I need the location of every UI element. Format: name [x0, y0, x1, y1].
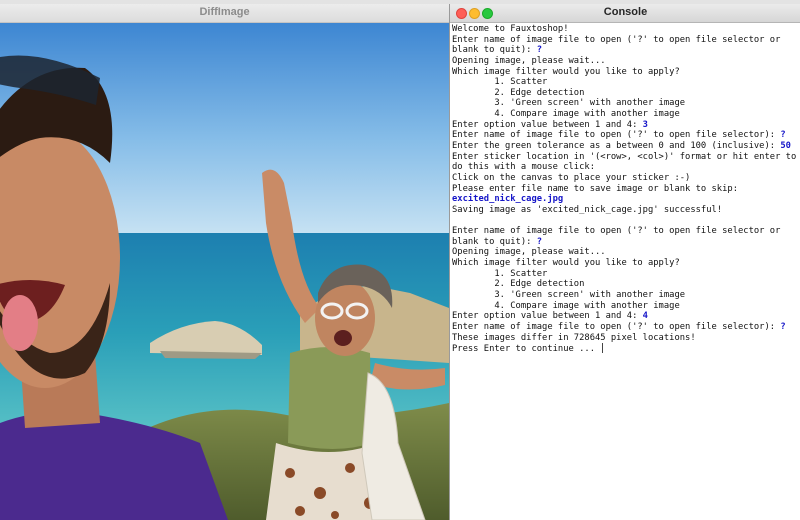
console-scrollbar[interactable]	[795, 23, 800, 520]
console-line: 4. Compare image with another image	[452, 109, 800, 120]
console-line: Enter option value between 1 and 4: 3	[452, 120, 800, 131]
console-line-text: Saving image as 'excited_nick_cage.jpg' …	[452, 204, 723, 215]
console-line-text: Enter the green tolerance as a between 0…	[452, 141, 781, 152]
console-line: Which image filter would you like to app…	[452, 258, 800, 269]
console-line-text: blank to quit):	[452, 45, 537, 56]
console-line: 2. Edge detection	[452, 279, 800, 290]
console-line-text: 4. Compare image with another image	[452, 300, 680, 311]
diffimage-titlebar[interactable]: DiffImage	[0, 4, 449, 23]
console-line-text: 2. Edge detection	[452, 279, 585, 290]
console-line-text: 3. 'Green screen' with another image	[452, 98, 686, 109]
console-line: Which image filter would you like to app…	[452, 67, 800, 78]
diff-image-canvas[interactable]	[0, 23, 449, 520]
console-line-text: 1. Scatter	[452, 77, 548, 88]
console-user-input: excited_nick_cage.jpg	[452, 194, 564, 205]
console-line-text: Press Enter to continue ...	[452, 344, 601, 355]
console-line-text: blank to quit):	[452, 236, 537, 247]
woman-top	[288, 347, 372, 449]
console-line-text: Which image filter would you like to app…	[452, 258, 680, 269]
console-line-text: Enter name of image file to open ('?' to…	[452, 34, 781, 45]
console-user-input: ?	[536, 45, 543, 56]
console-line-text: 3. 'Green screen' with another image	[452, 290, 686, 301]
console-line: These images differ in 728645 pixel loca…	[452, 333, 800, 344]
text-cursor	[602, 343, 604, 354]
console-line: Opening image, please wait...	[452, 56, 800, 67]
console-line-text: Enter sticker location in '(<row>, <col>…	[452, 151, 797, 162]
console-line-text: These images differ in 728645 pixel loca…	[452, 332, 696, 343]
diffimage-window: DiffImage	[0, 4, 449, 520]
console-line-text: Welcome to Fauxtoshop!	[452, 24, 569, 34]
console-line-text: Enter option value between 1 and 4:	[452, 119, 643, 130]
console-line-text: Enter name of image file to open ('?' to…	[452, 130, 781, 141]
console-line-text: 4. Compare image with another image	[452, 109, 680, 120]
console-line: Click on the canvas to place your sticke…	[452, 173, 800, 184]
console-line: Enter name of image file to open ('?' to…	[452, 226, 800, 237]
console-line: Welcome to Fauxtoshop!	[452, 24, 800, 35]
console-line-text: Please enter file name to save image or …	[452, 183, 738, 194]
console-user-input: ?	[780, 130, 786, 141]
console-user-input: ?	[780, 321, 786, 332]
console-line: Enter name of image file to open ('?' to…	[452, 130, 800, 141]
console-line-text: do this with a mouse click:	[452, 162, 595, 173]
console-line-text: Opening image, please wait...	[452, 55, 606, 66]
console-line-text: Which image filter would you like to app…	[452, 66, 680, 77]
console-line: Opening image, please wait...	[452, 247, 800, 258]
console-line: excited_nick_cage.jpg	[452, 194, 800, 205]
console-line: 3. 'Green screen' with another image	[452, 98, 800, 109]
console-titlebar[interactable]: Console	[450, 4, 800, 23]
console-line-text: Enter option value between 1 and 4:	[452, 311, 643, 322]
console-line: Enter name of image file to open ('?' to…	[452, 35, 800, 46]
console-line: Enter sticker location in '(<row>, <col>…	[452, 152, 800, 163]
console-user-input: 3	[642, 119, 648, 130]
console-line: 2. Edge detection	[452, 88, 800, 99]
console-user-input: 4	[642, 311, 648, 322]
console-line: 3. 'Green screen' with another image	[452, 290, 800, 301]
console-line: Press Enter to continue ...	[452, 343, 800, 354]
console-line-text: Opening image, please wait...	[452, 247, 606, 258]
console-line: 1. Scatter	[452, 269, 800, 280]
left-person-tongue	[2, 295, 38, 351]
console-line: Enter the green tolerance as a between 0…	[452, 141, 800, 152]
console-line: 1. Scatter	[452, 77, 800, 88]
console-title: Console	[603, 6, 648, 18]
console-window: Console Welcome to Fauxtoshop! Enter name…	[449, 4, 800, 520]
console-line: Saving image as 'excited_nick_cage.jpg' …	[452, 205, 800, 216]
console-line-text: Click on the canvas to place your sticke…	[452, 172, 691, 183]
diffimage-title: DiffImage	[199, 6, 250, 18]
console-line-text: Enter name of image file to open ('?' to…	[452, 321, 781, 332]
console-output[interactable]: Welcome to Fauxtoshop! Enter name of imag…	[452, 24, 800, 354]
console-line: 4. Compare image with another image	[452, 301, 800, 312]
console-line-text: 2. Edge detection	[452, 87, 585, 98]
sticker-mouth	[334, 330, 352, 346]
console-line-text: Enter name of image file to open ('?' to…	[452, 226, 781, 237]
console-line: Enter option value between 1 and 4: 4	[452, 311, 800, 322]
console-line: blank to quit): ?	[452, 45, 800, 56]
console-line-text: 1. Scatter	[452, 268, 548, 279]
console-line: Please enter file name to save image or …	[452, 184, 800, 195]
console-line: do this with a mouse click:	[452, 162, 800, 173]
console-user-input: ?	[536, 236, 543, 247]
console-user-input: 50	[780, 141, 791, 152]
console-line: blank to quit): ?	[452, 237, 800, 248]
console-line: Enter name of image file to open ('?' to…	[452, 322, 800, 333]
